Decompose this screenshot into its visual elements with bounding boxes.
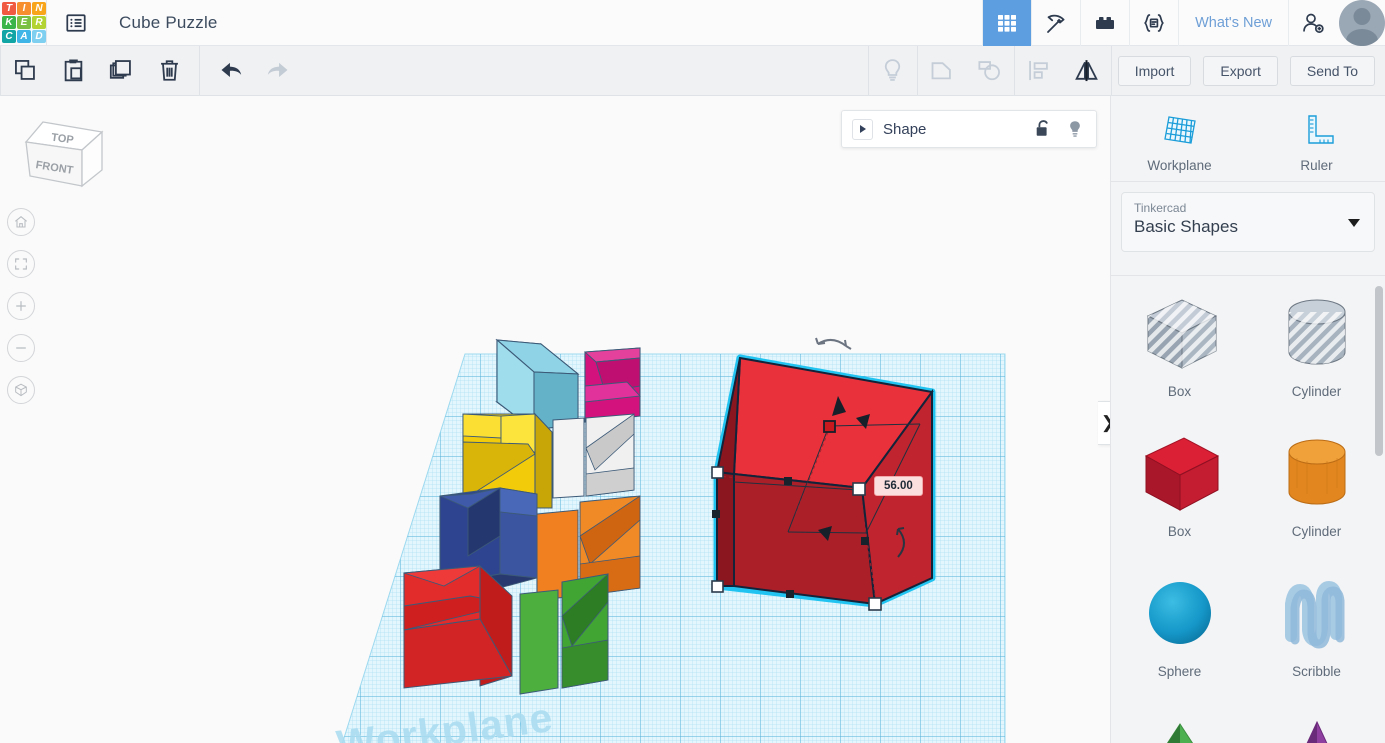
triangle-glyph	[859, 125, 866, 133]
copy-button[interactable]	[1, 46, 49, 95]
height-handle	[823, 420, 836, 433]
logo-tile-r: R	[32, 16, 46, 29]
zoom-in-button[interactable]	[7, 292, 35, 320]
ruler-tool[interactable]: Ruler	[1248, 96, 1385, 181]
avatar-body	[1346, 28, 1378, 46]
cone-icon	[1269, 710, 1365, 743]
ruler-tool-label: Ruler	[1300, 157, 1333, 173]
zoom-out-button[interactable]	[7, 334, 35, 362]
white-piece[interactable]	[552, 413, 635, 499]
shape-panel-title: Shape	[883, 120, 927, 138]
library-value: Basic Shapes	[1134, 217, 1238, 236]
redo-button	[254, 46, 302, 95]
shape-properties-panel[interactable]: Shape	[841, 110, 1097, 148]
shape-label: Cylinder	[1291, 524, 1342, 539]
mirror-button[interactable]	[1063, 46, 1111, 95]
grid-dashboard-icon[interactable]	[982, 0, 1032, 46]
shape-item-box-solid[interactable]: Box	[1111, 416, 1248, 556]
workplane-tool-label: Workplane	[1147, 157, 1212, 173]
perspective-toggle-button[interactable]	[7, 376, 35, 404]
shapes-sidebar: Workplane Ruler Tinkercad Basic Shapes B…	[1110, 96, 1385, 743]
shape-label: Box	[1167, 524, 1192, 539]
ruler-icon	[1307, 114, 1334, 144]
shape-item-scribble-solid[interactable]: Scribble	[1248, 556, 1385, 696]
shape-label: Scribble	[1292, 664, 1341, 679]
shape-item-cylinder-hole[interactable]: Cylinder	[1248, 276, 1385, 416]
view-cube[interactable]: TOP FRONT	[18, 114, 106, 199]
ungroup-button	[966, 46, 1014, 95]
avatar[interactable]	[1339, 0, 1385, 46]
shape-library-select[interactable]: Tinkercad Basic Shapes	[1121, 192, 1375, 252]
shape-label: Cylinder	[1291, 384, 1342, 399]
home-view-button[interactable]	[7, 208, 35, 236]
cylinder-icon	[1269, 430, 1365, 516]
fit-to-view-button[interactable]	[7, 250, 35, 278]
logo-tile-c: C	[2, 30, 16, 43]
scribble-icon	[1269, 570, 1365, 656]
delete-button[interactable]	[145, 46, 193, 95]
export-button[interactable]: Export	[1203, 55, 1278, 86]
pickaxe-icon[interactable]	[1031, 0, 1080, 46]
shape-label: Box	[1167, 384, 1192, 399]
logo-tile-d: D	[32, 30, 46, 43]
3d-scene[interactable]	[0, 96, 1110, 743]
pyramid-icon	[1132, 710, 1228, 743]
divider	[199, 46, 200, 95]
shape-label: Sphere	[1157, 664, 1202, 679]
tinkercad-logo[interactable]: TIN KER CAD	[0, 0, 46, 46]
paste-button[interactable]	[49, 46, 97, 95]
logo-tile-t: T	[2, 2, 16, 15]
document-title[interactable]: Cube Puzzle	[105, 13, 218, 33]
logo-tile-a: A	[17, 30, 31, 43]
dimension-label[interactable]: 56.00	[874, 476, 923, 496]
3d-viewport[interactable]: Workplane 56.00 TOP FRONT	[0, 96, 1110, 743]
hide-bulb-button	[869, 46, 917, 95]
logo-tile-i: I	[17, 2, 31, 15]
shape-item-box-hole[interactable]: Box	[1111, 276, 1248, 416]
edit-toolbar: Import Export Send To	[0, 46, 1385, 96]
group-button	[918, 46, 966, 95]
shapes-grid[interactable]: Box Cylinder Box Cylinder Sphere Scribbl…	[1111, 275, 1385, 743]
undo-button[interactable]	[206, 46, 254, 95]
shape-item-sphere-solid[interactable]: Sphere	[1111, 556, 1248, 696]
unlock-icon[interactable]	[1032, 118, 1054, 140]
workplane-grid-icon	[1163, 115, 1196, 144]
logo-tile-n: N	[32, 2, 46, 15]
workplane-tool[interactable]: Workplane	[1111, 96, 1248, 181]
lightbulb-icon[interactable]	[1064, 118, 1086, 140]
library-sublabel: Tinkercad	[1134, 201, 1187, 215]
import-button[interactable]: Import	[1117, 55, 1192, 86]
collapse-triangle-icon[interactable]	[852, 118, 873, 140]
chevron-down-icon	[1348, 219, 1360, 227]
divider	[1110, 46, 1112, 95]
codeblocks-icon[interactable]	[1129, 0, 1178, 46]
shape-item-roof-solid[interactable]	[1111, 696, 1248, 743]
whats-new-link[interactable]: What's New	[1178, 0, 1288, 46]
sphere-icon	[1132, 570, 1228, 656]
rotate-handle-top	[815, 337, 852, 350]
shape-item-cylinder-solid[interactable]: Cylinder	[1248, 416, 1385, 556]
add-person-icon[interactable]	[1288, 0, 1337, 46]
tinkercad-app: TIN KER CAD Cube Puzzle What's New Import …	[0, 0, 1385, 743]
sidebar-tools: Workplane Ruler	[1111, 96, 1385, 182]
align-button	[1015, 46, 1063, 95]
lego-brick-icon[interactable]	[1080, 0, 1129, 46]
avatar-head	[1353, 7, 1371, 25]
logo-tile-e: E	[17, 16, 31, 29]
shape-item-cone-solid[interactable]	[1248, 696, 1385, 743]
project-list-icon[interactable]	[47, 0, 105, 46]
hole-box-icon	[1132, 290, 1228, 376]
top-navigation-bar: TIN KER CAD Cube Puzzle What's New	[0, 0, 1385, 46]
duplicate-button[interactable]	[97, 46, 145, 95]
send-to-button[interactable]: Send To	[1289, 55, 1375, 86]
shapes-scrollbar[interactable]	[1375, 286, 1383, 456]
logo-tile-k: K	[2, 16, 16, 29]
red-piece[interactable]	[403, 564, 513, 689]
magenta-piece[interactable]	[583, 347, 641, 423]
box-icon	[1132, 430, 1228, 516]
hole-cylinder-icon	[1269, 290, 1365, 376]
